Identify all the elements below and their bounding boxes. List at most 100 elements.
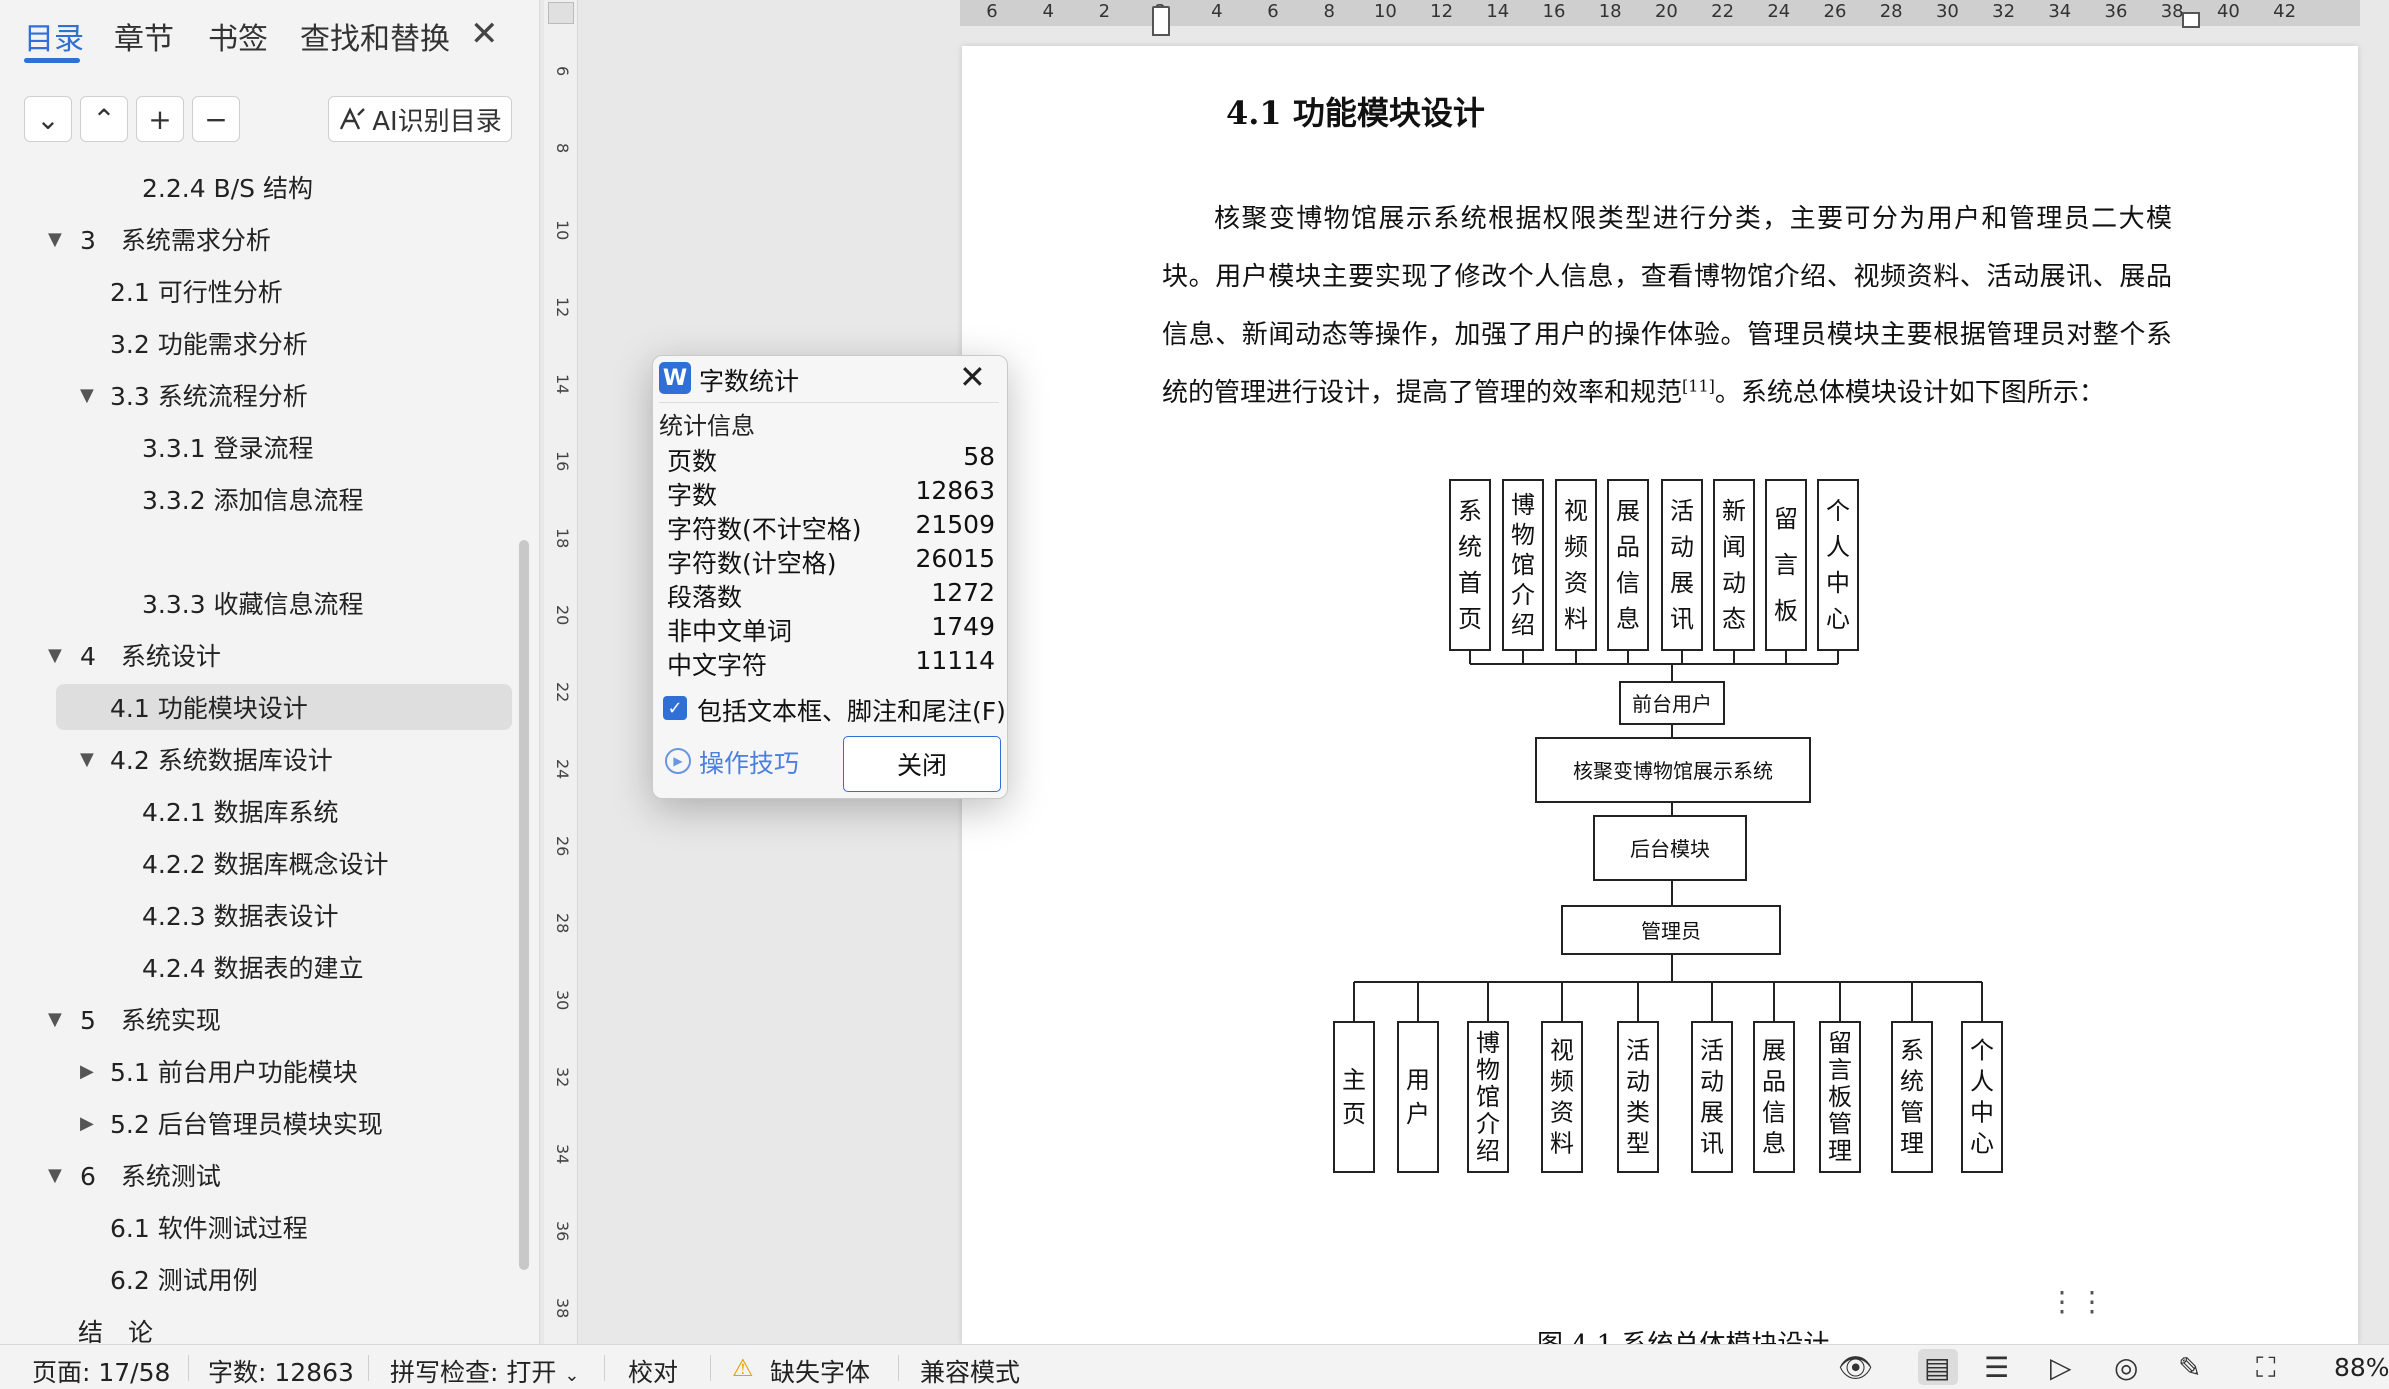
toc-item[interactable]: 4.2.2 数据库概念设计 (0, 840, 512, 886)
web-view-icon[interactable]: ◎ (2114, 1351, 2138, 1384)
module-label-char: 讯 (1670, 605, 1694, 633)
module-label-char: 料 (1564, 605, 1588, 633)
toc-item-label: 2.1 可行性分析 (110, 278, 283, 307)
module-label-char: 活 (1626, 1037, 1650, 1065)
toc-item[interactable]: 4.2.1 数据库系统 (0, 788, 512, 834)
close-button[interactable]: 关闭 (843, 736, 1001, 792)
ruler-tick-label: 34 (553, 1144, 572, 1165)
toc-item[interactable]: ▼ 4.2 系统数据库设计 (0, 736, 512, 782)
ruler-tick-label: 36 (553, 1221, 572, 1242)
document-page[interactable]: 4.1 功能模块设计 核聚变博物馆展示系统根据权限类型进行分类，主要可分为用户和… (962, 46, 2358, 1344)
toc-item[interactable]: ▼ 3.3 系统流程分析 (0, 372, 512, 418)
collapse-arrow-icon[interactable]: ▼ (48, 1165, 62, 1186)
stat-label: 字数 (667, 481, 718, 510)
page-view-icon[interactable]: ▤ (1924, 1351, 1950, 1384)
navigation-pane: 目录 章节 书签 查找和替换 ✕ ⌄ ⌃ + − AI识别目录 2.2.4 B/… (0, 0, 540, 1347)
module-label-char: 博 (1511, 491, 1535, 519)
toc-item-label: 5.1 前台用户功能模块 (110, 1058, 358, 1087)
ruler-tick-label: 28 (553, 913, 572, 934)
collapse-arrow-icon[interactable]: ▼ (48, 645, 62, 666)
proofread-button[interactable]: 校对 (628, 1353, 678, 1389)
nav-scrollbar[interactable] (519, 540, 529, 1270)
toc-item[interactable]: ▼ 6 系统测试 (0, 1152, 512, 1198)
close-icon[interactable]: ✕ (470, 14, 499, 54)
pen-icon[interactable]: ✎ (2178, 1351, 2201, 1384)
admin-label: 管理员 (1641, 919, 1701, 943)
collapse-arrow-icon[interactable]: ▼ (80, 385, 94, 406)
remove-heading-button[interactable]: − (192, 96, 240, 142)
toc-item[interactable]: ▶ 5.2 后台管理员模块实现 (0, 1100, 512, 1146)
module-label-char: 户 (1406, 1100, 1430, 1128)
collapse-arrow-icon[interactable]: ▼ (48, 229, 62, 250)
tab-find-replace[interactable]: 查找和替换 (300, 14, 450, 58)
tab-chapters[interactable]: 章节 (114, 14, 174, 58)
toc-item[interactable]: 3.2 功能需求分析 (0, 320, 512, 366)
toc-item[interactable]: ▼ 5 系统实现 (0, 996, 512, 1042)
toc-item[interactable]: 3.3.1 登录流程 (0, 424, 512, 470)
include-textbox-checkbox[interactable]: ✓ (663, 696, 687, 720)
ruler-tick-label: 38 (2160, 1, 2184, 22)
include-textbox-label[interactable]: 包括文本框、脚注和尾注(F) (697, 692, 1006, 728)
expand-arrow-icon[interactable]: ▶ (80, 1113, 94, 1134)
toc-item[interactable]: 2.1 可行性分析 (0, 268, 512, 314)
tab-toc[interactable]: 目录 (24, 14, 84, 58)
dialog-title: 字数统计 (699, 367, 800, 396)
stat-value: 1272 (931, 578, 995, 607)
module-label-char: 展 (1670, 569, 1694, 597)
ai-toc-label: AI识别目录 (372, 106, 502, 137)
ruler-tick-label: 2 (1098, 1, 1111, 22)
collapse-up-button[interactable]: ⌃ (80, 96, 128, 142)
system-label: 核聚变博物馆展示系统 (1573, 759, 1773, 783)
add-heading-button[interactable]: + (136, 96, 184, 142)
ruler-tick-label: 38 (553, 1298, 572, 1319)
toc-item-selected[interactable]: 4.1 功能模块设计 (56, 684, 512, 730)
right-indent-marker-icon[interactable] (2182, 12, 2200, 28)
fit-screen-icon[interactable]: ⛶ (2256, 1351, 2276, 1385)
toc-item[interactable]: 6.2 测试用例 (0, 1256, 512, 1302)
module-label-char: 博 (1476, 1029, 1500, 1057)
module-label-char: 个 (1826, 497, 1850, 525)
toc-item[interactable]: 3.3.3 收藏信息流程 (0, 580, 512, 626)
collapse-arrow-icon[interactable]: ▼ (80, 749, 94, 770)
zoom-level[interactable]: 88% (2334, 1353, 2389, 1382)
left-indent-marker-icon[interactable] (1152, 6, 1170, 36)
module-label-char: 动 (1700, 1068, 1724, 1096)
ai-toc-button[interactable]: AI识别目录 (328, 96, 512, 142)
toc-item[interactable]: ▼ 4 系统设计 (0, 632, 512, 678)
ruler-tick-label: 16 (553, 451, 572, 472)
missing-font-button[interactable]: 缺失字体 (770, 1353, 870, 1389)
toc-item[interactable]: 6.1 软件测试过程 (0, 1204, 512, 1250)
expand-down-button[interactable]: ⌄ (24, 96, 72, 142)
module-diagram: 系统首页博物馆介绍视频资料展品信息活动展讯新闻动态留言板个人中心前台用户核聚变博… (1333, 479, 2003, 1173)
toc-item[interactable]: 4.2.4 数据表的建立 (0, 944, 512, 990)
toc-item[interactable]: 3.3.2 添加信息流程 (0, 476, 512, 522)
module-label-char: 类 (1626, 1099, 1650, 1127)
toc-item[interactable]: 4.2.3 数据表设计 (0, 892, 512, 938)
outline-view-icon[interactable]: ☰ (1984, 1351, 2009, 1384)
stat-value: 26015 (915, 544, 995, 573)
stat-row: 字符数(不计空格) 21509 (667, 510, 995, 544)
drag-handle-icon[interactable]: ⋮⋮ (2048, 1288, 2108, 1316)
page-indicator[interactable]: 页面: 17/58 (32, 1353, 170, 1389)
ruler-tick-label: 32 (553, 1067, 572, 1088)
play-icon[interactable]: ▷ (2050, 1351, 2072, 1384)
expand-arrow-icon[interactable]: ▶ (80, 1061, 94, 1082)
ruler-tick-label: 10 (553, 220, 572, 241)
vertical-ruler: 6 8 10 12 14 16 18 20 22 24 26 28 30 32 34 36 38 (544, 0, 578, 1344)
toc-item[interactable]: ▶ 5.1 前台用户功能模块 (0, 1048, 512, 1094)
play-icon[interactable]: ▶ (665, 748, 691, 774)
tips-link[interactable]: 操作技巧 (699, 744, 799, 780)
toc-item[interactable]: 2.2.4 B/S 结构 (0, 164, 512, 210)
toc-item[interactable]: ▼ 3 系统需求分析 (0, 216, 512, 262)
toc-item-label: 4.2.4 数据表的建立 (142, 954, 364, 983)
ruler-corner-button[interactable] (548, 2, 574, 24)
word-count-indicator[interactable]: 字数: 12863 (208, 1353, 354, 1389)
dialog-close-icon[interactable]: ✕ (959, 358, 986, 396)
divider (368, 1355, 369, 1381)
eye-icon[interactable]: 👁 (1838, 1351, 1874, 1384)
tab-bookmarks[interactable]: 书签 (208, 14, 268, 58)
collapse-arrow-icon[interactable]: ▼ (48, 1009, 62, 1030)
horizontal-ruler[interactable]: 6422468101214161820222426283032343638404… (960, 0, 2360, 36)
spell-check-toggle[interactable]: 拼写检查: 打开 ⌄ (390, 1353, 579, 1389)
module-label-char: 言 (1828, 1056, 1852, 1084)
